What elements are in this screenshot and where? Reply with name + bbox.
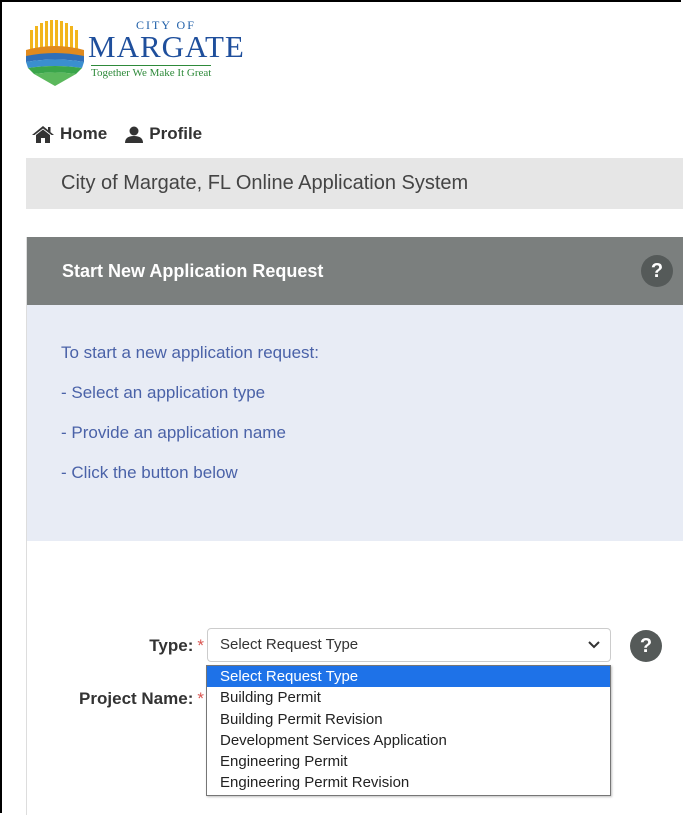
type-option-development-services[interactable]: Development Services Application [207, 730, 610, 751]
instruction-line: - Provide an application name [61, 423, 286, 442]
type-option-building-permit[interactable]: Building Permit [207, 687, 610, 708]
home-icon [32, 125, 54, 143]
nav-home-label: Home [60, 124, 108, 143]
type-select[interactable]: Select Request Type [207, 628, 611, 662]
required-marker: * [197, 689, 204, 708]
panel-help-button[interactable]: ? [641, 255, 673, 287]
type-help-button[interactable]: ? [630, 630, 662, 662]
user-icon [125, 126, 144, 143]
chevron-down-icon [588, 641, 600, 649]
type-option-select-request-type[interactable]: Select Request Type [207, 666, 610, 688]
type-label: Type: * [80, 636, 204, 656]
nav-home-link[interactable]: Home [32, 124, 107, 144]
margate-emblem-icon [26, 20, 84, 86]
instruction-line: To start a new application request: [61, 343, 319, 362]
project-name-label: Project Name: * [30, 689, 204, 709]
instructions-box: To start a new application request: - Se… [27, 305, 683, 541]
nav-profile-label: Profile [149, 124, 203, 143]
top-nav: Home Profile [32, 124, 220, 144]
panel-header: Start New Application Request [27, 237, 683, 305]
instruction-line: - Click the button below [61, 463, 238, 482]
system-title-banner: City of Margate, FL Online Application S… [26, 158, 683, 209]
nav-profile-link[interactable]: Profile [125, 124, 202, 144]
city-logo[interactable]: CITY OF MARGATE Together We Make It Grea… [24, 16, 264, 88]
logo-city-name: MARGATE [88, 29, 245, 64]
type-option-building-permit-revision[interactable]: Building Permit Revision [207, 709, 610, 730]
type-option-engineering-permit-revision[interactable]: Engineering Permit Revision [207, 772, 610, 793]
type-select-value: Select Request Type [220, 636, 359, 653]
logo-tagline: Together We Make It Great [91, 65, 212, 79]
instruction-line: - Select an application type [61, 383, 266, 402]
panel-title: Start New Application Request [62, 261, 324, 281]
type-label-text: Type: [149, 636, 194, 655]
required-marker: * [197, 636, 204, 655]
project-name-label-text: Project Name: [79, 689, 194, 708]
type-option-engineering-permit[interactable]: Engineering Permit [207, 751, 610, 772]
type-dropdown-list[interactable]: Select Request Type Building Permit Buil… [206, 665, 611, 796]
